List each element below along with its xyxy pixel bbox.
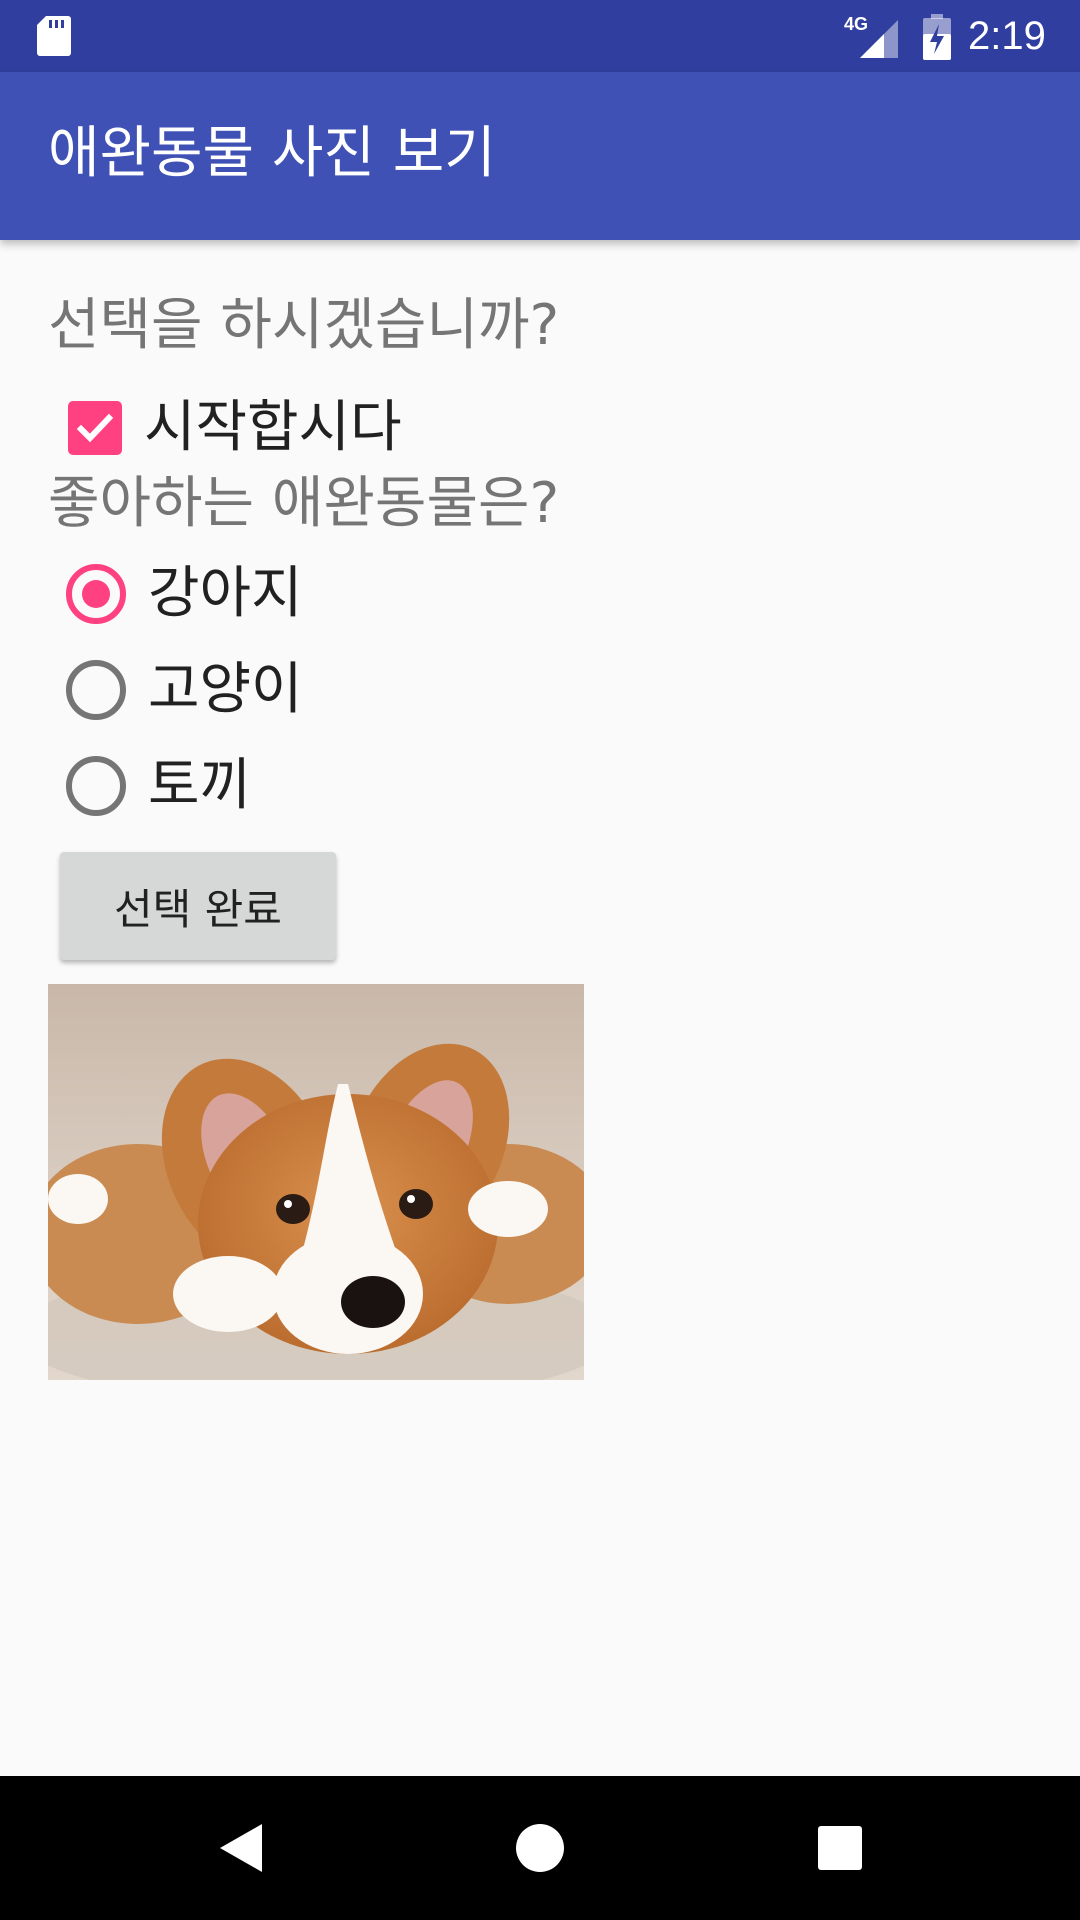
start-checkbox[interactable]: 시작합시다 — [56, 380, 402, 476]
start-question-label: 선택을 하시겠습니까? — [48, 293, 560, 358]
back-icon[interactable] — [216, 1822, 264, 1874]
battery-charging-icon — [923, 14, 951, 60]
pet-question-label: 좋아하는 애완동물은? — [48, 471, 560, 536]
radio-label-rabbit[interactable]: 토끼 — [148, 752, 251, 820]
checkbox-checked-icon[interactable] — [68, 401, 122, 455]
start-checkbox-label[interactable]: 시작합시다 — [144, 394, 402, 462]
checkmark-icon — [76, 413, 114, 443]
status-time: 2:19 — [968, 14, 1046, 58]
radio-option-cat[interactable]: 고양이 — [56, 642, 303, 738]
page-title: 애완동물 사진 보기 — [48, 121, 496, 186]
pet-photo — [48, 984, 584, 1380]
network-type: 4G — [844, 14, 868, 34]
corgi-puppy-photo — [48, 984, 584, 1380]
radio-unselected-icon[interactable] — [66, 660, 126, 720]
radio-option-dog[interactable]: 강아지 — [56, 546, 303, 642]
radio-label-cat[interactable]: 고양이 — [148, 656, 303, 724]
home-icon[interactable] — [516, 1824, 564, 1872]
status-bar: 4G 2:19 — [0, 0, 1080, 72]
radio-dot — [82, 580, 110, 608]
recents-icon[interactable] — [818, 1826, 862, 1870]
radio-unselected-icon[interactable] — [66, 756, 126, 816]
radio-selected-icon[interactable] — [66, 564, 126, 624]
radio-option-rabbit[interactable]: 토끼 — [56, 738, 251, 834]
app-bar: 애완동물 사진 보기 — [0, 72, 1080, 240]
done-button[interactable]: 선택 완료 — [60, 852, 336, 960]
radio-label-dog[interactable]: 강아지 — [148, 560, 303, 628]
sd-card-icon — [37, 16, 71, 56]
signal-icon: 4G — [844, 14, 898, 58]
nav-bar — [0, 1776, 1080, 1920]
